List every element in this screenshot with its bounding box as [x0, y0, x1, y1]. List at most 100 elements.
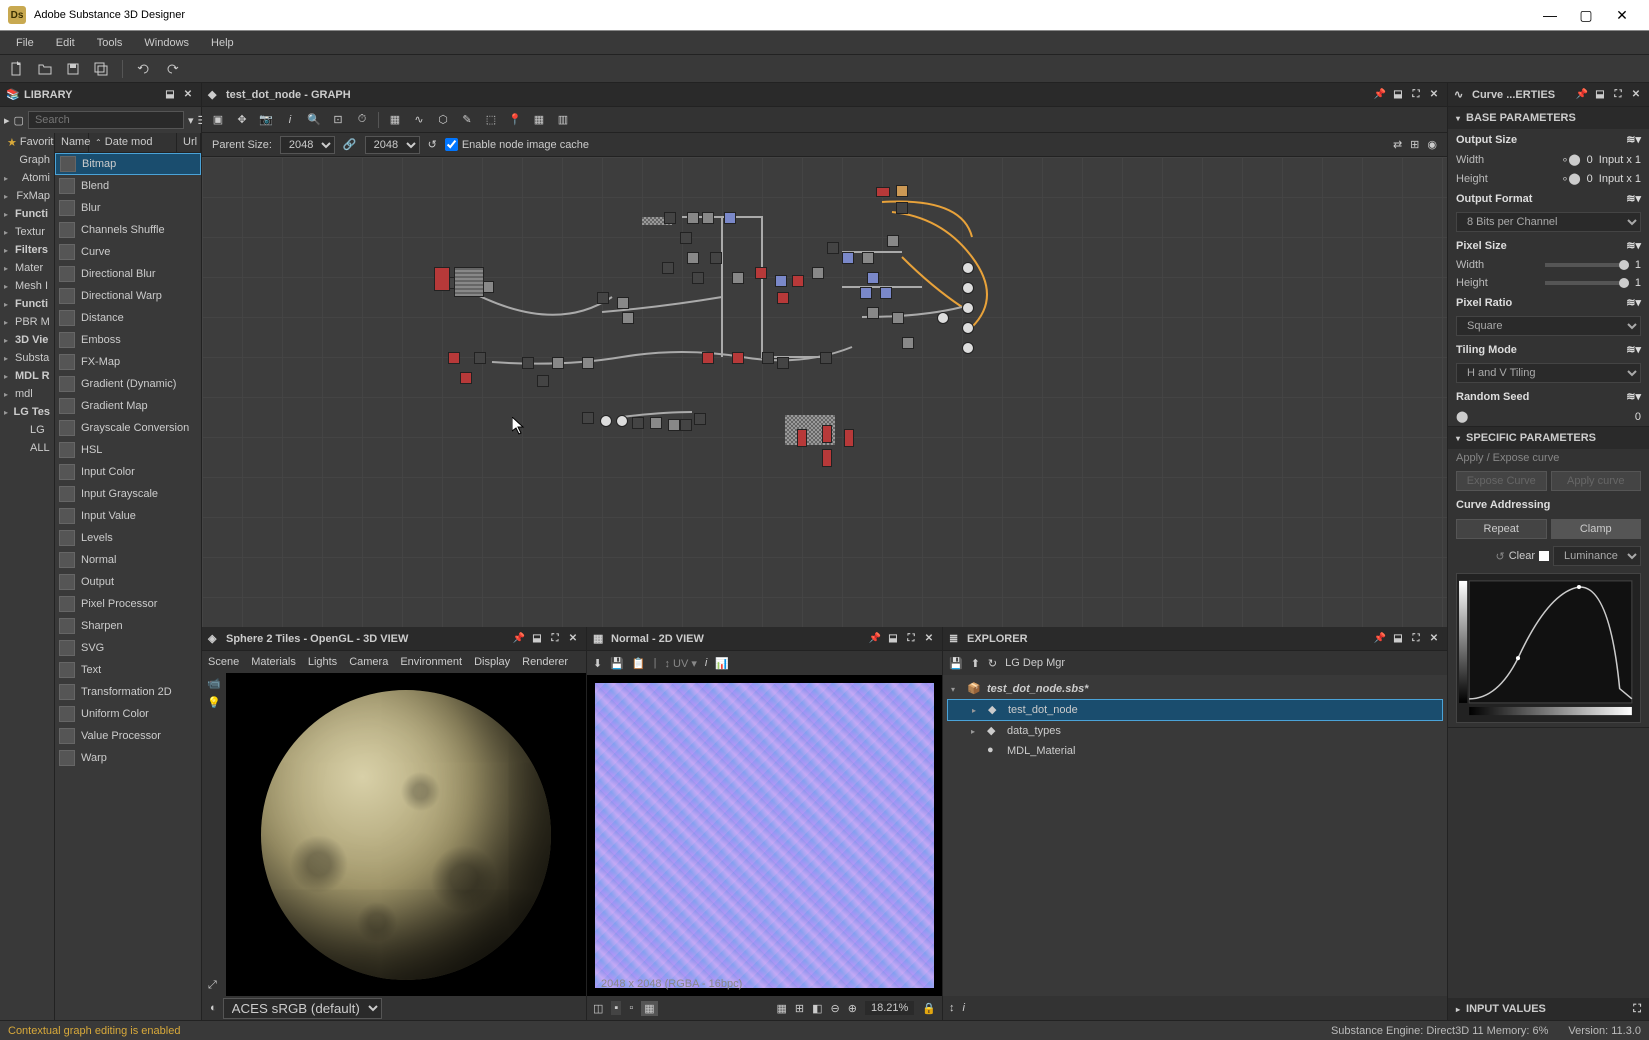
zoom-in-button[interactable]: ⊕: [848, 1002, 857, 1015]
filter-button[interactable]: ▸: [4, 111, 10, 129]
frame-button[interactable]: ▣: [208, 110, 228, 130]
comment-button[interactable]: ✎: [457, 110, 477, 130]
refresh-button[interactable]: ↻: [988, 657, 997, 670]
pixel-width-slider[interactable]: [1545, 263, 1628, 267]
maximize-button[interactable]: ▢: [1577, 7, 1595, 24]
library-item-blend[interactable]: Blend: [55, 175, 201, 197]
clear-button[interactable]: Clear: [1509, 550, 1535, 562]
grid-button[interactable]: ▦: [777, 1002, 787, 1015]
menu-help[interactable]: Help: [201, 34, 244, 52]
3d-menu-camera[interactable]: Camera: [349, 656, 388, 668]
panel-close-button[interactable]: ✕: [1427, 632, 1441, 646]
height-radio[interactable]: ∘⬤: [1561, 172, 1580, 185]
sort-button[interactable]: ↕: [949, 1002, 955, 1014]
library-item-levels[interactable]: Levels: [55, 527, 201, 549]
minimize-button[interactable]: —: [1541, 7, 1559, 24]
library-item-warp[interactable]: Warp: [55, 747, 201, 769]
panel-close-button[interactable]: ✕: [922, 632, 936, 646]
info-button[interactable]: i: [280, 110, 300, 130]
library-item-curve[interactable]: Curve: [55, 241, 201, 263]
library-item-output[interactable]: Output: [55, 571, 201, 593]
panel-close-button[interactable]: ✕: [1629, 88, 1643, 102]
axis-icon[interactable]: ⤢: [208, 979, 217, 992]
library-item-input-grayscale[interactable]: Input Grayscale: [55, 483, 201, 505]
size2-select[interactable]: 2048: [365, 136, 420, 154]
redo-button[interactable]: [161, 58, 183, 80]
menu-edit[interactable]: Edit: [46, 34, 85, 52]
zoom-button[interactable]: 🔍: [304, 110, 324, 130]
save-all-button[interactable]: [90, 58, 112, 80]
3d-menu-scene[interactable]: Scene: [208, 656, 239, 668]
library-item-hsl[interactable]: HSL: [55, 439, 201, 461]
library-item-input-value[interactable]: Input Value: [55, 505, 201, 527]
channel-r-button[interactable]: ▪: [611, 1001, 621, 1015]
library-item-text[interactable]: Text: [55, 659, 201, 681]
clamp-button[interactable]: Clamp: [1551, 519, 1642, 539]
library-category-Textur[interactable]: ▸Textur: [0, 223, 54, 241]
library-item-transformation-2d[interactable]: Transformation 2D: [55, 681, 201, 703]
panel-undock-button[interactable]: ⬓: [530, 632, 544, 646]
input-values-header[interactable]: INPUT VALUES: [1466, 1003, 1546, 1015]
library-category-LG Tes[interactable]: ▸LG Tes: [0, 403, 54, 421]
lock-button[interactable]: 🔒: [922, 1002, 936, 1015]
panel-undock-button[interactable]: ⬓: [1391, 88, 1405, 102]
library-item-bitmap[interactable]: Bitmap: [55, 153, 201, 175]
close-button[interactable]: ✕: [1613, 7, 1631, 24]
pin-button[interactable]: 📌: [512, 632, 526, 646]
cache-checkbox[interactable]: Enable node image cache: [445, 138, 589, 151]
home-icon[interactable]: ▢: [14, 111, 24, 129]
specific-params-header[interactable]: SPECIFIC PARAMETERS: [1466, 432, 1596, 444]
library-category-Graph[interactable]: Graph: [0, 151, 54, 169]
library-category-Filters[interactable]: ▸Filters: [0, 241, 54, 259]
library-category-Favorit[interactable]: Favorit: [0, 133, 54, 151]
2d-viewport[interactable]: 2048 x 2048 (RGBA - 16bpc): [587, 675, 942, 996]
col-date[interactable]: ⌃ Date mod: [89, 133, 177, 152]
pixel-button[interactable]: ◧: [812, 1002, 822, 1015]
base-params-header[interactable]: BASE PARAMETERS: [1466, 112, 1576, 124]
layers-button[interactable]: ◫: [593, 1002, 603, 1015]
pixel-height-slider[interactable]: [1545, 281, 1628, 285]
explorer-item-test_dot_node[interactable]: ▸◆test_dot_node: [947, 699, 1443, 721]
panel-max-button[interactable]: ⛶: [1409, 88, 1423, 102]
library-category-3D Vie[interactable]: ▸3D Vie: [0, 331, 54, 349]
panel-undock-button[interactable]: ⬓: [1593, 88, 1607, 102]
library-category-Mesh I[interactable]: ▸Mesh I: [0, 277, 54, 295]
graph-canvas[interactable]: [202, 157, 1447, 627]
col-name[interactable]: Name: [55, 133, 89, 152]
menu-button[interactable]: ▾: [1635, 134, 1641, 146]
library-category-FxMap[interactable]: ▸FxMap: [0, 187, 54, 205]
pin-button[interactable]: 📌: [868, 632, 882, 646]
repeat-button[interactable]: Repeat: [1456, 519, 1547, 539]
library-category-tree[interactable]: FavoritGraph▸Atomi▸FxMap▸Functi▸Textur▸F…: [0, 133, 54, 1020]
channel-a-button[interactable]: ▦: [641, 1001, 657, 1016]
library-item-pixel-processor[interactable]: Pixel Processor: [55, 593, 201, 615]
3d-menu-lights[interactable]: Lights: [308, 656, 337, 668]
menu-tools[interactable]: Tools: [87, 34, 133, 52]
library-item-directional-blur[interactable]: Directional Blur: [55, 263, 201, 285]
library-category-LG[interactable]: LG: [0, 421, 54, 439]
pixel-ratio-select[interactable]: Square: [1456, 316, 1641, 336]
library-category-PBR M[interactable]: ▸PBR M: [0, 313, 54, 331]
tiling-mode-select[interactable]: H and V Tiling: [1456, 363, 1641, 383]
layout-button[interactable]: ⊞: [1410, 138, 1419, 151]
library-item-distance[interactable]: Distance: [55, 307, 201, 329]
pin2-button[interactable]: 📍: [505, 110, 525, 130]
export-button[interactable]: ⬇: [593, 657, 602, 670]
menu-windows[interactable]: Windows: [134, 34, 199, 52]
export-button[interactable]: ⬆: [971, 657, 980, 670]
light-icon[interactable]: 💡: [207, 696, 221, 709]
camera-icon[interactable]: 📹: [207, 677, 221, 690]
show-button[interactable]: ◉: [1427, 138, 1437, 151]
library-item-uniform-color[interactable]: Uniform Color: [55, 703, 201, 725]
link-button[interactable]: ∿: [409, 110, 429, 130]
align-button[interactable]: ▦: [385, 110, 405, 130]
library-item-gradient-dynamic-[interactable]: Gradient (Dynamic): [55, 373, 201, 395]
luminance-select[interactable]: Luminance: [1553, 546, 1641, 566]
pin-button[interactable]: 📌: [1373, 88, 1387, 102]
expose-curve-button[interactable]: Expose Curve: [1456, 471, 1547, 491]
save-image-button[interactable]: 💾: [610, 657, 624, 670]
new-file-button[interactable]: [6, 58, 28, 80]
dot-button[interactable]: ⬡: [433, 110, 453, 130]
explorer-item-test_dot_node.sbs*[interactable]: ▾📦test_dot_node.sbs*: [947, 679, 1443, 699]
library-category-Atomi[interactable]: ▸Atomi: [0, 169, 54, 187]
